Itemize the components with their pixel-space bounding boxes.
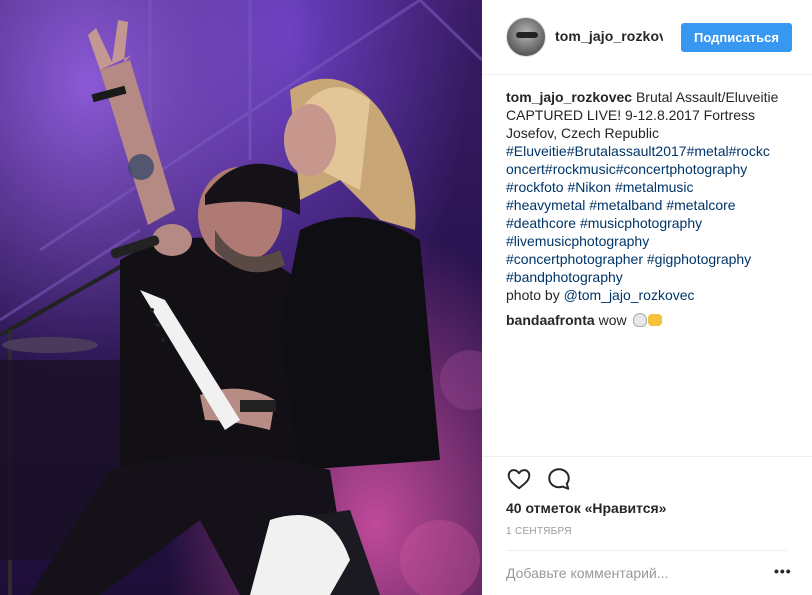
post-side-pane: tom_jajo_rozkovec Подписаться tom_jajo_r… — [482, 0, 812, 595]
hashtag-line[interactable]: #deathcore #musicphotography — [506, 214, 788, 232]
more-options-icon[interactable]: ••• — [774, 563, 792, 579]
follow-button[interactable]: Подписаться — [681, 23, 792, 52]
post-date[interactable]: 1 СЕНТЯБРЯ — [506, 526, 572, 537]
username-link[interactable]: tom_jajo_rozkovec — [555, 28, 663, 44]
avatar-glasses — [516, 32, 538, 38]
caption-author[interactable]: tom_jajo_rozkovec — [506, 89, 632, 105]
hashtag-line[interactable]: #bandphotography — [506, 268, 788, 286]
skull-emoji-icon — [633, 313, 648, 327]
fist-emoji-icon — [648, 314, 663, 326]
caption-first-line: tom_jajo_rozkovec Brutal Assault/Eluveit… — [506, 88, 788, 106]
hashtag-line[interactable]: #concertphotographer #gigphotography — [506, 250, 788, 268]
divider — [482, 456, 812, 457]
caption: tom_jajo_rozkovec Brutal Assault/Eluveit… — [506, 88, 788, 304]
comment: bandaafronta wow — [506, 311, 788, 329]
post-header: tom_jajo_rozkovec Подписаться — [482, 0, 812, 75]
comment-text: wow — [594, 312, 631, 328]
caption-text-line-1: Brutal Assault/Eluveitie — [632, 89, 779, 105]
hashtag-line[interactable]: #livemusicphotography — [506, 232, 788, 250]
heart-icon[interactable] — [506, 466, 532, 492]
photo-credit-prefix: photo by — [506, 287, 564, 303]
post-photo[interactable] — [0, 0, 482, 595]
photo-credit: photo by @tom_jajo_rozkovec — [506, 286, 788, 304]
hashtag-line[interactable]: #rockfoto #Nikon #metalmusic — [506, 178, 788, 196]
hashtag-line[interactable]: oncert#rockmusic#concertphotography — [506, 160, 788, 178]
hashtag-line[interactable]: #Eluveitie#Brutalassault2017#metal#rockc — [506, 142, 788, 160]
avatar[interactable] — [506, 17, 546, 57]
comment-input[interactable] — [506, 562, 766, 584]
hashtag-line[interactable]: #heavymetal #metalband #metalcore — [506, 196, 788, 214]
comment-bubble-icon[interactable] — [546, 466, 572, 492]
comments-list: tom_jajo_rozkovec Brutal Assault/Eluveit… — [506, 88, 788, 329]
comment-author[interactable]: bandaafronta — [506, 312, 595, 328]
divider — [506, 550, 788, 551]
caption-text-line-3: Josefov, Czech Republic — [506, 125, 660, 141]
instagram-post: tom_jajo_rozkovec Подписаться tom_jajo_r… — [0, 0, 812, 595]
concert-photo-illustration — [0, 0, 482, 595]
likes-count[interactable]: 40 отметок «Нравится» — [506, 500, 666, 516]
photo-credit-mention[interactable]: @tom_jajo_rozkovec — [564, 287, 695, 303]
caption-text-line-2: CAPTURED LIVE! 9-12.8.2017 Fortress — [506, 107, 755, 123]
